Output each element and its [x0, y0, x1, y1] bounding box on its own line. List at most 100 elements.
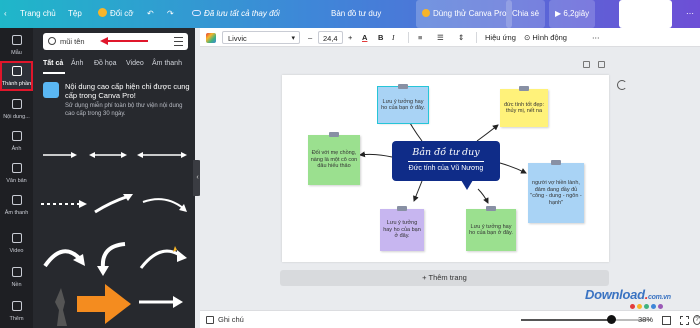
arrow-result-item[interactable] [43, 249, 85, 268]
text-toolbar: Livvic ▾ – 24,4 + A B I ≡ ☰ ⇕ Hiệu ứng ⊙ … [200, 28, 700, 47]
central-topic[interactable]: Bản đồ tư duy Đức tính của Vũ Nương [392, 141, 500, 190]
bold-button[interactable]: B [378, 28, 383, 47]
pro-promo[interactable]: Nội dung cao cấp hiện chỉ được cung cấp … [43, 82, 193, 124]
tab-video[interactable]: Video [126, 60, 144, 67]
arrow-results-row-3 [43, 242, 187, 276]
arrow-result-item[interactable] [41, 200, 87, 208]
arrow-result-item[interactable] [139, 296, 183, 308]
sticky-note[interactable]: Đối với mẹ chồng, nàng là một cô con dâu… [308, 132, 360, 185]
arrow-result-item[interactable] [77, 284, 131, 324]
arrow-result-item[interactable] [139, 246, 187, 269]
top-bar: ‹ Trang chủ Tệp Đổi cỡ ↶ ↷ Đã lưu tất cả… [0, 0, 700, 28]
back-icon[interactable]: ‹ [4, 0, 16, 28]
try-pro-button[interactable]: Dùng thử Canva Pro [416, 0, 513, 28]
arrow-result-item[interactable] [94, 194, 133, 214]
italic-button[interactable]: I [392, 28, 395, 47]
spacing-icon[interactable]: ⇕ [458, 28, 464, 47]
note-text: Lưu ý tưởng hay ho của bạn ở đây. [381, 98, 425, 112]
arrow-result-item[interactable] [89, 152, 127, 158]
save-status-text: Đã lưu tất cả thay đổi [204, 9, 280, 18]
notes-icon [206, 316, 214, 324]
design-page[interactable]: Lưu ý tưởng hay ho của bạn ở đây. đức tí… [282, 75, 609, 262]
file-menu[interactable]: Tệp [68, 0, 82, 28]
arrow-result-item[interactable] [137, 152, 187, 158]
share-button[interactable]: Chia sẻ [506, 0, 546, 28]
text-color-icon[interactable]: A [362, 28, 367, 47]
pin-icon [486, 206, 496, 211]
rail-label: Mẫu [11, 50, 22, 56]
panel-tabs: Tất cả Ảnh Đồ họa Video Âm thanh [43, 60, 193, 72]
photo-icon [11, 131, 22, 141]
page-actions [583, 61, 613, 70]
annotation-arrow-icon [100, 37, 148, 45]
duplicate-page-icon[interactable] [583, 61, 590, 68]
undo-icon[interactable]: ↶ [147, 0, 154, 28]
sticky-note[interactable]: Lưu ý tưởng hay ho của bạn ở đây. [466, 206, 516, 251]
refresh-icon[interactable] [617, 80, 627, 90]
download-button[interactable]: ⤓ Tải xuống [619, 0, 672, 28]
arrow-result-item[interactable] [97, 242, 126, 276]
pin-icon [397, 206, 407, 211]
pin-icon [551, 160, 561, 165]
list-icon[interactable]: ☰ [437, 28, 444, 47]
arrow-result-item[interactable] [43, 152, 77, 158]
rail-item-text[interactable]: Văn bản [0, 158, 33, 188]
rail-item-more[interactable]: Thêm [0, 296, 33, 326]
zoom-slider-handle[interactable] [606, 315, 616, 324]
cloud-icon [192, 10, 201, 16]
font-select[interactable]: Livvic ▾ [222, 31, 300, 44]
rail-label: Văn bản [6, 178, 27, 184]
color-swatch-icon[interactable] [206, 33, 216, 43]
video-icon [11, 233, 22, 243]
decrease-size-button[interactable]: – [308, 28, 312, 47]
present-button[interactable]: ▶ 6,2giây [549, 0, 596, 28]
rail-item-photos[interactable]: Ảnh [0, 126, 33, 156]
sticky-note[interactable]: người vợ hiền lành, đảm đang đầy đủ "côn… [528, 160, 584, 223]
zoom-level[interactable]: 38% [638, 311, 653, 328]
redo-icon[interactable]: ↷ [167, 0, 174, 28]
tab-photos[interactable]: Ảnh [71, 60, 83, 67]
rail-label: Nền [11, 282, 22, 288]
sticky-note[interactable]: Lưu ý tưởng hay ho của bạn ở đây. [377, 84, 429, 124]
toolbar-divider [476, 32, 477, 43]
document-title[interactable]: Bản đồ tư duy [331, 0, 381, 28]
add-page-button[interactable]: + Thêm trang [280, 270, 609, 286]
resize-button[interactable]: Đổi cỡ [98, 0, 133, 28]
tab-all[interactable]: Tất cả [43, 60, 63, 67]
rail-item-uploads[interactable]: Nội dung... [0, 94, 33, 124]
rail-label: Thành phần [1, 81, 32, 87]
rail-label: Âm thanh [4, 210, 29, 216]
rail-item-audio[interactable]: Âm thanh [0, 190, 33, 220]
home-button[interactable]: Trang chủ [20, 0, 56, 28]
arrow-result-item[interactable] [55, 288, 67, 326]
font-size-field[interactable]: 24,4 [318, 31, 343, 44]
help-icon[interactable]: ? [693, 315, 700, 325]
sticky-note[interactable]: đức tính tốt đẹp: thủy mị, nết na [500, 86, 548, 127]
arrow-result-item[interactable] [142, 198, 187, 212]
more-options-icon[interactable]: ⋯ [592, 28, 600, 47]
animate-button[interactable]: ⊙ Hình động [524, 28, 567, 47]
sticky-note[interactable]: Lưu ý tưởng hay ho của bạn ở đây. [380, 206, 424, 251]
more-options-icon[interactable]: ⋯ [686, 0, 698, 28]
note-text: người vợ hiền lành, đảm đang đầy đủ "côn… [530, 180, 582, 206]
rail-item-background[interactable]: Nền [0, 262, 33, 292]
tab-audio[interactable]: Âm thanh [152, 60, 182, 67]
filter-icon[interactable] [174, 37, 183, 46]
align-icon[interactable]: ≡ [418, 28, 422, 47]
grid-view-icon[interactable] [662, 316, 671, 325]
tab-graphics[interactable]: Đồ họa [94, 60, 117, 67]
rail-item-video[interactable]: Video [0, 228, 33, 258]
more-icon [11, 301, 22, 311]
rail-item-templates[interactable]: Mẫu [0, 30, 33, 60]
notes-button[interactable]: Ghi chú [218, 311, 244, 328]
rail-label: Video [9, 248, 24, 254]
dot-icon [644, 304, 649, 309]
fullscreen-icon[interactable] [680, 316, 689, 325]
add-page-icon[interactable] [598, 61, 605, 68]
dot-icon [651, 304, 656, 309]
rail-item-elements[interactable]: Thành phần [0, 61, 33, 91]
pin-icon [519, 86, 529, 91]
effects-button[interactable]: Hiệu ứng [485, 28, 516, 47]
increase-size-button[interactable]: + [348, 28, 352, 47]
dot-icon [637, 304, 642, 309]
